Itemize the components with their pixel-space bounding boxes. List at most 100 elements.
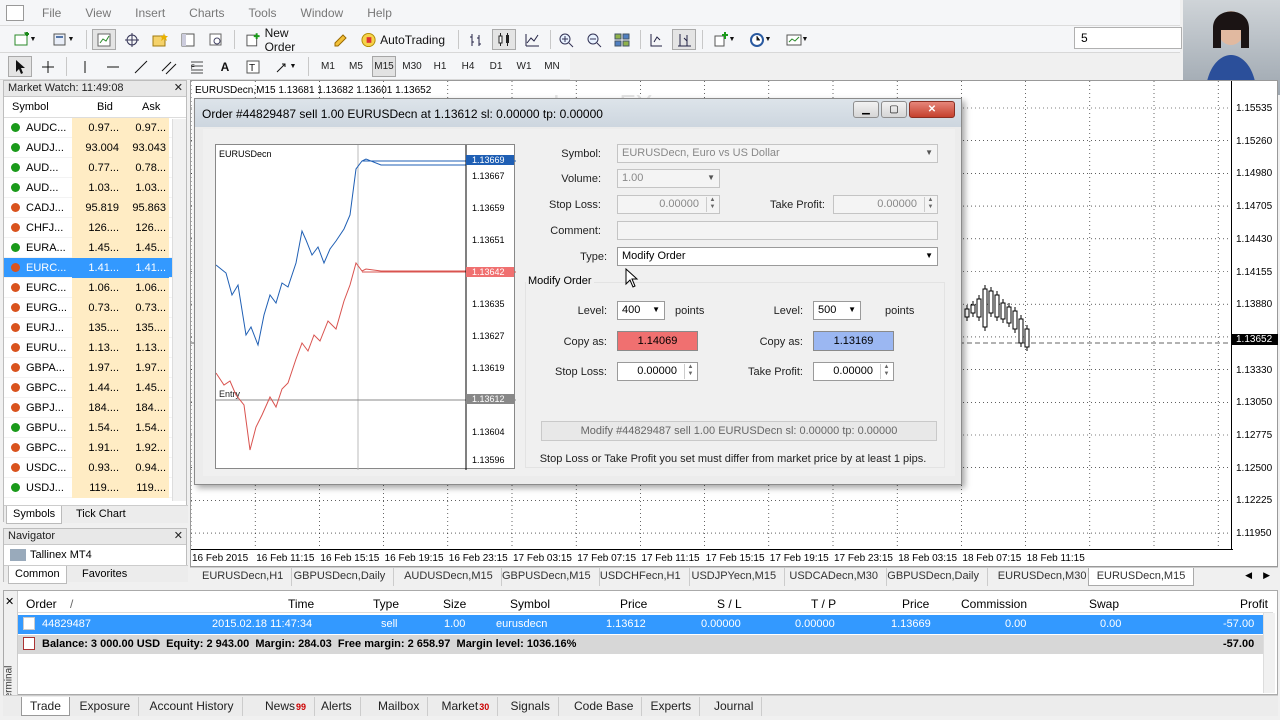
th-symbol[interactable]: Symbol bbox=[510, 597, 550, 611]
market-watch-row[interactable]: AUDJ... 93.004 93.043 bbox=[4, 138, 186, 158]
data-window-button[interactable] bbox=[120, 29, 144, 50]
text-label-button[interactable]: T bbox=[242, 56, 264, 77]
tab-symbols[interactable]: Symbols bbox=[6, 506, 63, 524]
terminal-tab[interactable]: Market30 bbox=[434, 697, 499, 716]
stepper-icon[interactable]: ▲ ▼ bbox=[924, 197, 936, 212]
chart-tab[interactable]: USDCHFecn,H1 bbox=[592, 568, 690, 586]
market-watch-row[interactable]: USDJ... 119.... 119.... bbox=[4, 478, 186, 498]
th-profit[interactable]: Profit bbox=[1240, 597, 1268, 611]
market-watch-row[interactable]: AUD... 0.77... 0.78... bbox=[4, 158, 186, 178]
th-tp[interactable]: T / P bbox=[811, 597, 836, 611]
menu-help[interactable]: Help bbox=[355, 6, 404, 20]
market-watch-row[interactable]: EURG... 0.73... 0.73... bbox=[4, 298, 186, 318]
terminal-scrollbar[interactable] bbox=[1263, 613, 1275, 693]
channel-button[interactable] bbox=[158, 56, 180, 77]
th-swap[interactable]: Swap bbox=[1089, 597, 1119, 611]
trade-row[interactable]: 44829487 2015.02.18 11:47:34 sell 1.00 e… bbox=[18, 615, 1273, 634]
tab-tick-chart[interactable]: Tick Chart bbox=[70, 506, 132, 524]
right-level-select[interactable]: 500 ▼ bbox=[813, 301, 861, 320]
market-watch-row[interactable]: EURA... 1.45... 1.45... bbox=[4, 238, 186, 258]
chart-shift-button[interactable] bbox=[644, 29, 668, 50]
timeframe-m15[interactable]: M15 bbox=[372, 56, 396, 77]
profiles-button[interactable]: ▼ bbox=[46, 29, 80, 50]
market-watch-row[interactable]: GBPC... 1.91... 1.92... bbox=[4, 438, 186, 458]
th-type[interactable]: Type bbox=[373, 597, 399, 611]
arrows-button[interactable]: ▼ bbox=[270, 56, 300, 77]
market-watch-row[interactable]: GBPC... 1.44... 1.45... bbox=[4, 378, 186, 398]
menu-charts[interactable]: Charts bbox=[177, 6, 236, 20]
strategy-tester-button[interactable] bbox=[204, 29, 228, 50]
zoom-out-button[interactable] bbox=[582, 29, 606, 50]
timeframe-w1[interactable]: W1 bbox=[512, 56, 536, 77]
modify-take-profit-input[interactable]: 0.00000 ▲ ▼ bbox=[813, 362, 894, 381]
chart-tab[interactable]: AUDUSDecn,M15 bbox=[396, 568, 502, 586]
periods-button[interactable]: ▼ bbox=[744, 29, 776, 50]
market-watch-row[interactable]: EURU... 1.13... 1.13... bbox=[4, 338, 186, 358]
col-ask[interactable]: Ask bbox=[142, 101, 160, 113]
terminal-tab[interactable]: Experts bbox=[643, 697, 701, 716]
metaeditor-button[interactable] bbox=[330, 29, 352, 50]
col-bid[interactable]: Bid bbox=[97, 101, 113, 113]
chart-tab[interactable]: USDCADecn,M30 bbox=[781, 568, 888, 586]
terminal-tab[interactable]: Trade bbox=[21, 697, 70, 716]
templates-button[interactable]: ▼ bbox=[780, 29, 814, 50]
market-watch-row[interactable]: AUD... 1.03... 1.03... bbox=[4, 178, 186, 198]
modify-stop-loss-input[interactable]: 0.00000 ▲ ▼ bbox=[617, 362, 698, 381]
terminal-tab[interactable]: Signals bbox=[503, 697, 559, 716]
market-watch-row[interactable]: EURJ... 135.... 135.... bbox=[4, 318, 186, 338]
market-watch-row[interactable]: EURC... 1.41... 1.41... bbox=[4, 258, 186, 278]
autoscroll-button[interactable] bbox=[672, 29, 696, 50]
chart-tab[interactable]: EURUSDecn,M30 bbox=[990, 568, 1096, 586]
th-time[interactable]: Time bbox=[288, 597, 314, 611]
terminal-tab[interactable]: Exposure bbox=[72, 697, 140, 716]
terminal-tab[interactable]: Journal bbox=[706, 697, 763, 716]
indicators-button[interactable]: ▼ bbox=[708, 29, 740, 50]
candlestick-button[interactable] bbox=[492, 29, 516, 50]
fibonacci-button[interactable]: F bbox=[186, 56, 208, 77]
timeframe-d1[interactable]: D1 bbox=[484, 56, 508, 77]
navigator-button[interactable] bbox=[148, 29, 172, 50]
terminal-tab[interactable]: Code Base bbox=[566, 697, 643, 716]
left-level-select[interactable]: 400 ▼ bbox=[617, 301, 665, 320]
col-symbol[interactable]: Symbol bbox=[12, 101, 49, 113]
timeframe-m1[interactable]: M1 bbox=[316, 56, 340, 77]
stop-loss-input[interactable]: 0.00000 ▲ ▼ bbox=[617, 195, 720, 214]
terminal-tab[interactable]: News99 bbox=[257, 697, 316, 716]
volume-select[interactable]: 1.00 ▼ bbox=[617, 169, 720, 188]
close-icon[interactable]: ✕ bbox=[5, 595, 14, 608]
chart-tab[interactable]: GBPUSDecn,Daily bbox=[879, 568, 988, 586]
chart-tab[interactable]: GBPUSDecn,Daily bbox=[286, 568, 395, 586]
th-sl[interactable]: S / L bbox=[717, 597, 742, 611]
close-icon[interactable]: ✕ bbox=[909, 101, 955, 118]
th-size[interactable]: Size bbox=[443, 597, 466, 611]
menu-window[interactable]: Window bbox=[289, 6, 356, 20]
minimize-icon[interactable]: ▁ bbox=[853, 101, 879, 118]
market-watch-row[interactable]: CADJ... 95.819 95.863 bbox=[4, 198, 186, 218]
comment-input[interactable] bbox=[617, 221, 938, 240]
search-input[interactable]: 5 bbox=[1074, 27, 1182, 49]
navigator-account[interactable]: Tallinex MT4 bbox=[10, 549, 92, 562]
type-select[interactable]: Modify Order ▼ bbox=[617, 247, 938, 266]
new-chart-button[interactable]: ▼ bbox=[8, 29, 42, 50]
market-watch-row[interactable]: AUDC... 0.97... 0.97... bbox=[4, 118, 186, 138]
market-watch-row[interactable]: GBPU... 1.54... 1.54... bbox=[4, 418, 186, 438]
tab-common[interactable]: Common bbox=[8, 566, 67, 584]
tab-scroll-left-icon[interactable]: ◀ bbox=[1245, 570, 1252, 581]
close-icon[interactable]: ✕ bbox=[174, 81, 183, 94]
modify-button[interactable]: Modify #44829487 sell 1.00 EURUSDecn sl:… bbox=[541, 421, 937, 441]
text-tool-button[interactable]: A bbox=[214, 56, 236, 77]
terminal-tab[interactable]: Mailbox bbox=[370, 697, 429, 716]
th-order[interactable]: Order bbox=[26, 597, 57, 611]
tile-windows-button[interactable] bbox=[610, 29, 634, 50]
chart-tab[interactable]: EURUSDecn,H1 bbox=[194, 568, 293, 586]
horizontal-line-button[interactable] bbox=[102, 56, 124, 77]
zoom-in-button[interactable] bbox=[554, 29, 578, 50]
timeframe-m30[interactable]: M30 bbox=[400, 56, 424, 77]
market-watch-row[interactable]: GBPA... 1.97... 1.97... bbox=[4, 358, 186, 378]
new-order-button[interactable]: New Order bbox=[240, 26, 326, 54]
menu-view[interactable]: View bbox=[73, 6, 123, 20]
menu-file[interactable]: File bbox=[30, 6, 73, 20]
th-commission[interactable]: Commission bbox=[961, 597, 1027, 611]
timeframe-h4[interactable]: H4 bbox=[456, 56, 480, 77]
timeframe-h1[interactable]: H1 bbox=[428, 56, 452, 77]
